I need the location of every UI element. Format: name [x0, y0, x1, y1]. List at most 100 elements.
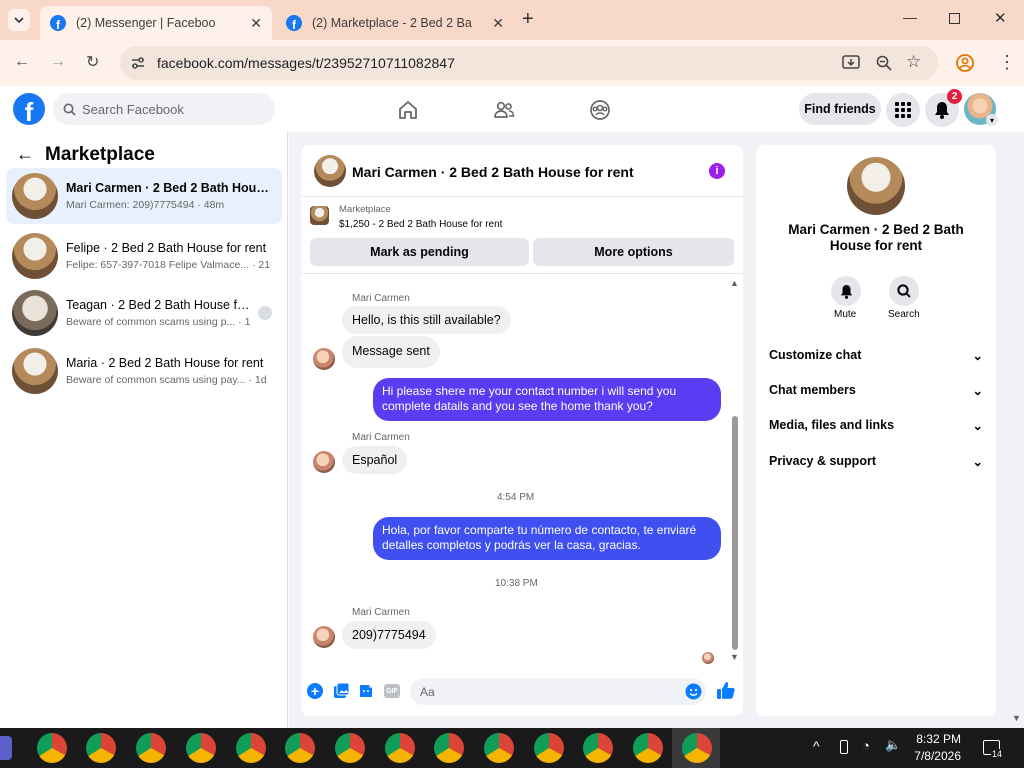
conversation-item[interactable]: Maria · 2 Bed 2 Bath House for rent Bewa… [6, 343, 282, 399]
chrome-app-icon[interactable] [484, 733, 514, 763]
outgoing-message[interactable]: Hi please shere me your contact number i… [373, 378, 721, 421]
details-avatar[interactable] [847, 157, 905, 215]
volume-icon[interactable]: 🔈 [885, 737, 901, 753]
privacy-support-row[interactable]: Privacy & support ⌄ [769, 454, 983, 469]
chrome-menu-icon[interactable]: ⋮ [998, 52, 1016, 73]
minimize-window-icon[interactable]: — [903, 9, 917, 25]
chevron-down-icon: ⌄ [972, 455, 983, 469]
attach-photo-icon[interactable] [333, 683, 349, 699]
incoming-message[interactable]: Message sent [342, 336, 440, 368]
scroll-up-icon[interactable]: ▲ [730, 278, 739, 288]
home-icon[interactable] [397, 99, 419, 121]
search-placeholder: Search Facebook [82, 101, 184, 117]
conversation-item[interactable]: Teagan · 2 Bed 2 Bath House for... Bewar… [6, 285, 282, 341]
chrome-app-icon[interactable] [236, 733, 266, 763]
media-files-links-row[interactable]: Media, files and links ⌄ [769, 418, 983, 433]
mute-button[interactable] [831, 276, 861, 306]
gif-icon[interactable]: GIF [384, 684, 400, 698]
chrome-app-icon[interactable] [633, 733, 663, 763]
forward-icon[interactable]: → [50, 53, 66, 71]
account-chevron-icon[interactable]: ▾ [986, 114, 998, 126]
facebook-favicon-icon: f [286, 15, 302, 31]
chrome-app-icon[interactable] [86, 733, 116, 763]
sender-avatar[interactable] [313, 348, 335, 370]
teams-icon[interactable] [0, 736, 12, 760]
address-bar[interactable]: facebook.com/messages/t/2395271071108284… [120, 46, 938, 80]
emoji-icon[interactable] [685, 683, 702, 700]
chrome-app-icon[interactable] [136, 733, 166, 763]
sender-avatar[interactable] [313, 626, 335, 648]
chrome-app-icon[interactable] [285, 733, 315, 763]
sender-avatar[interactable] [313, 451, 335, 473]
close-tab-icon[interactable]: ✕ [250, 15, 262, 32]
chrome-app-icon[interactable] [583, 733, 613, 763]
reload-icon[interactable]: ↻ [86, 52, 99, 72]
message-input[interactable]: Aa [410, 678, 706, 705]
chrome-app-icon[interactable] [37, 733, 67, 763]
bookmark-star-icon[interactable]: ☆ [906, 52, 921, 72]
clock-date[interactable]: 7/8/2026 [909, 749, 961, 763]
facebook-logo[interactable]: f [13, 93, 45, 125]
menu-button[interactable] [886, 93, 920, 127]
tray-chevron-icon[interactable]: ^ [813, 738, 820, 754]
site-settings-icon[interactable] [130, 56, 146, 70]
section-label: Privacy & support [769, 454, 876, 468]
listing-thumbnail [12, 290, 58, 336]
outgoing-message[interactable]: Hola, por favor comparte tu número de co… [373, 517, 721, 560]
profile-icon[interactable] [956, 54, 974, 72]
browser-tab-strip: f (2) Messenger | Facebook ✕ f (2) Marke… [0, 0, 1024, 40]
install-app-icon[interactable] [842, 55, 860, 71]
chrome-app-icon[interactable] [682, 733, 712, 763]
thumbs-up-icon[interactable] [716, 681, 735, 700]
tab-messenger[interactable]: f (2) Messenger | Facebook ✕ [40, 6, 272, 40]
wifi-icon[interactable]: ◔ [862, 738, 870, 753]
incoming-message[interactable]: Hello, is this still available? [342, 306, 511, 334]
chrome-app-icon[interactable] [335, 733, 365, 763]
tab-search-button[interactable] [8, 9, 30, 31]
conversation-item[interactable]: Felipe · 2 Bed 2 Bath House for rent Fel… [6, 228, 282, 284]
close-window-icon[interactable]: ✕ [994, 9, 1007, 27]
incoming-message[interactable]: 209)7775494 [342, 621, 436, 649]
chrome-app-icon[interactable] [186, 733, 216, 763]
logo-letter: f [24, 97, 34, 127]
info-icon[interactable]: i [709, 163, 725, 179]
incoming-message[interactable]: Español [342, 446, 408, 474]
more-actions-icon[interactable]: + [307, 683, 323, 699]
chrome-app-icon[interactable] [534, 733, 564, 763]
back-arrow-icon[interactable]: ← [16, 144, 34, 165]
battery-icon[interactable] [840, 740, 848, 754]
scroll-down-icon[interactable]: ▼ [730, 652, 739, 662]
back-icon[interactable]: ← [14, 53, 30, 71]
notification-center-count: 14 [991, 749, 1004, 759]
sticker-icon[interactable] [358, 683, 374, 699]
chrome-app-icon[interactable] [385, 733, 415, 763]
conversation-title: Teagan · 2 Bed 2 Bath House for... [66, 298, 250, 312]
zoom-icon[interactable] [876, 55, 892, 71]
search-facebook-input[interactable]: Search Facebook [53, 93, 275, 125]
chrome-app-icon[interactable] [434, 733, 464, 763]
friends-icon[interactable] [493, 99, 515, 121]
new-tab-icon[interactable]: + [522, 8, 534, 31]
tab-marketplace[interactable]: f (2) Marketplace - 2 Bed 2 Bath House ✕ [276, 6, 512, 40]
mark-as-pending-button[interactable]: Mark as pending [310, 238, 529, 266]
listing-thumbnail [12, 173, 58, 219]
chat-members-row[interactable]: Chat members ⌄ [769, 383, 983, 398]
chat-title[interactable]: Mari Carmen · 2 Bed 2 Bath House for ren… [352, 164, 634, 180]
more-options-button[interactable]: More options [533, 238, 734, 266]
more-options-label: More options [594, 245, 673, 259]
conversation-preview: Beware of common scams using p... · 1d [66, 316, 250, 328]
close-tab-icon[interactable]: ✕ [492, 15, 504, 32]
chat-avatar[interactable] [314, 155, 346, 187]
groups-icon[interactable] [589, 99, 611, 121]
conversation-preview: Mari Carmen: 209)7775494 · 48m [66, 199, 225, 211]
restore-window-icon[interactable] [949, 13, 960, 24]
page-scroll-down-icon[interactable]: ▼ [1012, 713, 1021, 723]
section-label: Media, files and links [769, 418, 895, 432]
listing-detail[interactable]: $1,250 - 2 Bed 2 Bath House for rent [339, 219, 502, 230]
clock-time[interactable]: 8:32 PM [915, 732, 961, 746]
customize-chat-row[interactable]: Customize chat ⌄ [769, 348, 983, 363]
conversation-item[interactable]: Mari Carmen · 2 Bed 2 Bath House... Mari… [6, 168, 282, 224]
find-friends-button[interactable]: Find friends [799, 93, 881, 125]
search-in-conversation-button[interactable] [889, 276, 919, 306]
scrollbar-thumb[interactable] [732, 416, 738, 650]
